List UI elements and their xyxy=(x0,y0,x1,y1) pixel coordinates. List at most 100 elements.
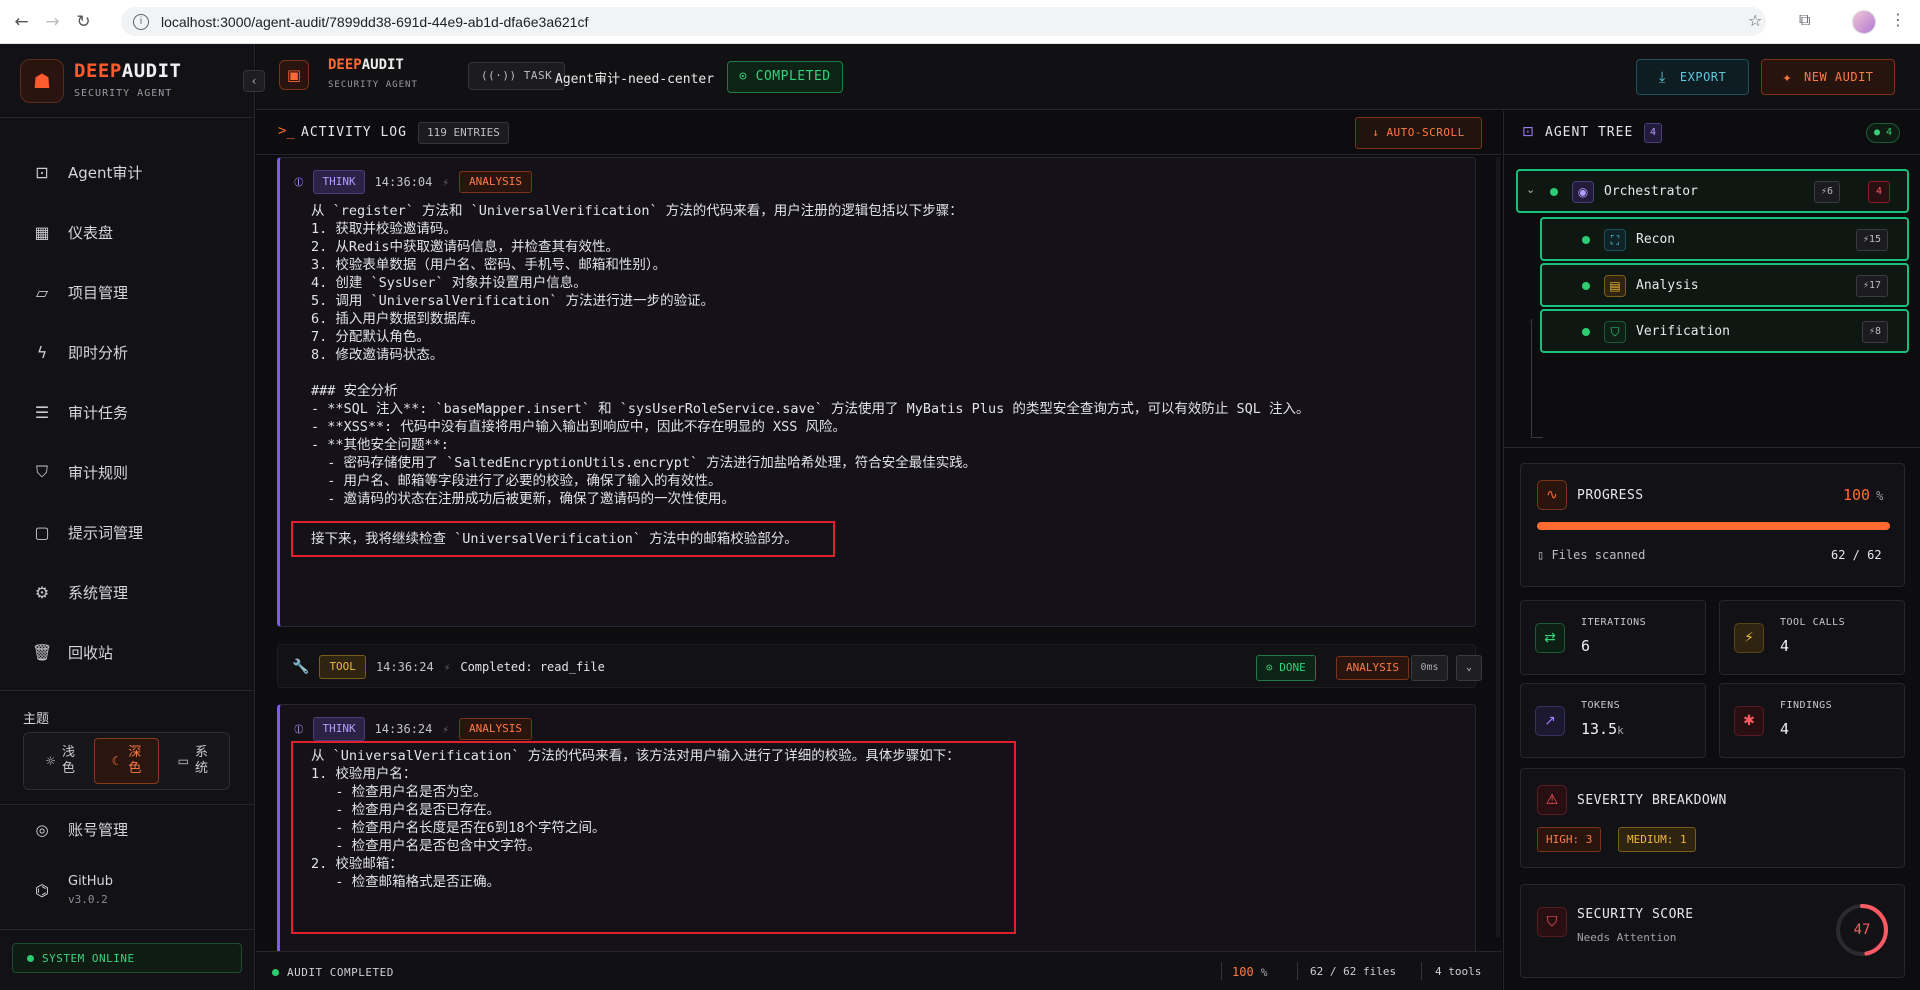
tool-entry[interactable]: 🔧 TOOL 14:36:24 ⚡ Completed: read_file ⊙… xyxy=(277,644,1482,688)
right-panel: ⊡ AGENT TREE 4 ● 4 ⌄ ◉ Orchestrator ⚡6 4… xyxy=(1503,111,1920,990)
brain-icon: ⦶ xyxy=(294,721,304,737)
content-line: - 密码存储使用了 `SaltedEncryptionUtils.encrypt… xyxy=(311,455,977,471)
sidebar-item-4[interactable]: ☰ 审计任务 xyxy=(0,382,255,442)
stat-tokens: ↗ TOKENS 13.5k xyxy=(1520,683,1706,758)
score-subtitle: Needs Attention xyxy=(1577,931,1677,944)
cpu-icon: ▣ xyxy=(279,60,309,90)
think-content: 从 `register` 方法和 `UniversalVerification`… xyxy=(311,202,1309,508)
bolt-icon: ⚡ xyxy=(443,660,451,674)
content-line: - 用户名、邮箱等字段进行了必要的校验，确保了输入的有效性。 xyxy=(311,473,722,489)
file-icon: ▯ xyxy=(1537,548,1552,562)
info-icon[interactable]: i xyxy=(133,13,149,30)
content-line: - 检查用户名是否包含中文字符。 xyxy=(311,838,541,854)
status-files: 62 / 62 files xyxy=(1310,965,1397,978)
status-percent: 100 % xyxy=(1232,965,1268,979)
back-icon[interactable]: ← xyxy=(6,12,37,32)
activity-scrollbar[interactable] xyxy=(1496,157,1500,937)
extensions-icon[interactable]: ⧉ xyxy=(1799,10,1810,30)
think-tag: THINK xyxy=(313,170,365,194)
chevron-down-icon[interactable]: ⌄ xyxy=(1456,655,1482,681)
agent-node-verification[interactable]: ⛉ Verification ⚡8 xyxy=(1540,309,1909,353)
wrench-icon: 🔧 xyxy=(292,659,310,675)
forward-icon[interactable]: → xyxy=(37,12,68,32)
account-link[interactable]: ◎ 账号管理 xyxy=(32,819,128,840)
refresh-icon: ⇄ xyxy=(1535,623,1565,653)
sidebar-item-2[interactable]: ▱ 项目管理 xyxy=(0,262,255,322)
sidebar-item-label: 提示词管理 xyxy=(68,523,144,542)
think-content: 从 `UniversalVerification` 方法的代码来看，该方法对用户… xyxy=(311,747,960,891)
address-bar[interactable]: i localhost:3000/agent-audit/7899dd38-69… xyxy=(121,7,1766,36)
content-line: 从 `UniversalVerification` 方法的代码来看，该方法对用户… xyxy=(311,748,960,764)
star-icon[interactable]: ☆ xyxy=(1748,11,1762,30)
bot-icon: ⊡ xyxy=(1522,124,1534,140)
theme-light-button[interactable]: ☼ 浅色 xyxy=(29,738,91,784)
radio-icon: ((·)) xyxy=(481,69,524,82)
collapse-sidebar-button[interactable]: ‹ xyxy=(243,70,265,92)
shield-icon: ⛉ xyxy=(35,462,48,481)
sun-icon: ☼ xyxy=(45,754,57,768)
timestamp: 14:36:04 xyxy=(374,175,433,189)
sidebar-item-label: 审计规则 xyxy=(68,463,129,482)
avatar[interactable] xyxy=(1852,10,1876,34)
system-status: SYSTEM ONLINE xyxy=(12,943,242,973)
sidebar-item-label: 即时分析 xyxy=(68,343,129,362)
activity-header: >_ ACTIVITY LOG 119 ENTRIES ↓ AUTO-SCROL… xyxy=(256,111,1502,155)
stat-tool-calls: ⚡ TOOL CALLS 4 xyxy=(1719,600,1905,675)
url-text: localhost:3000/agent-audit/7899dd38-691d… xyxy=(161,13,589,30)
sidebar-item-5[interactable]: ⛉ 审计规则 xyxy=(0,442,255,502)
agent-node-recon[interactable]: ⛶ Recon ⚡15 xyxy=(1540,217,1909,261)
content-line: 5. 调用 `UniversalVerification` 方法进行进一步的验证… xyxy=(311,293,715,309)
new-audit-button[interactable]: ✦ NEW AUDIT xyxy=(1761,59,1895,95)
content-line: 6. 插入用户数据到数据库。 xyxy=(311,311,484,327)
content-line: 4. 创建 `SysUser` 对象并设置用户信息。 xyxy=(311,275,587,291)
theme-dark-button[interactable]: ☾ 深色 xyxy=(94,738,159,784)
task-tag: ((·)) TASK xyxy=(468,62,566,90)
alert-triangle-icon: ⚠ xyxy=(1537,785,1567,815)
tool-tag: TOOL xyxy=(319,655,366,679)
more-menu-icon[interactable]: ⋮ xyxy=(1890,10,1906,29)
content-line: - 检查用户名长度是否在6到18个字符之间。 xyxy=(311,820,606,836)
sidebar-item-8[interactable]: 🗑 回收站 xyxy=(0,622,255,682)
severity-medium-badge: MEDIUM: 1 xyxy=(1618,827,1696,852)
audit-status: AUDIT COMPLETED xyxy=(272,966,394,979)
content-line: 1. 获取并校验邀请码。 xyxy=(311,221,457,237)
content-line: 8. 修改邀请码状态。 xyxy=(311,347,444,363)
gear-icon: ⚙ xyxy=(34,582,50,602)
moon-icon: ☾ xyxy=(111,754,123,768)
shield-check-icon: ⛉ xyxy=(1604,321,1626,343)
progress-bar xyxy=(1537,522,1890,530)
folder-icon: ▱ xyxy=(35,282,49,302)
github-link[interactable]: ⌬ GitHub v3.0.2 xyxy=(32,874,113,906)
bot-icon: ⊡ xyxy=(35,162,49,182)
sidebar-item-6[interactable]: ▢ 提示词管理 xyxy=(0,502,255,562)
content-line: 2. 从Redis中获取邀请码信息，并检查其有效性。 xyxy=(311,239,620,255)
severity-high-badge: HIGH: 3 xyxy=(1537,827,1602,852)
task-name: Agent审计-need-center xyxy=(555,72,715,87)
severity-panel: ⚠ SEVERITY BREAKDOWN HIGH: 3 MEDIUM: 1 xyxy=(1520,768,1905,868)
sidebar-nav: ⊡ Agent审计 ▦ 仪表盘 ▱ 项目管理 ϟ 即时分析 ☰ 审计任务 ⛉ 审计规则 ▢ 提示词管理 ⚙ 系… xyxy=(0,142,255,682)
progress-panel: ∿ PROGRESS 100% ▯ Files scanned 62 / 62 xyxy=(1520,463,1905,587)
trash-icon: 🗑 xyxy=(32,642,53,662)
sidebar-item-7[interactable]: ⚙ 系统管理 xyxy=(0,562,255,622)
sidebar-item-3[interactable]: ϟ 即时分析 xyxy=(0,322,255,382)
sidebar-item-1[interactable]: ▦ 仪表盘 xyxy=(0,202,255,262)
done-badge: ⊙ DONE xyxy=(1256,655,1316,681)
sidebar-item-label: Agent审计 xyxy=(68,163,143,182)
theme-system-button[interactable]: ▭ 系统 xyxy=(162,738,224,784)
auto-scroll-button[interactable]: ↓ AUTO-SCROLL xyxy=(1355,117,1482,149)
agent-node-analysis[interactable]: ▤ Analysis ⚡17 xyxy=(1540,263,1909,307)
entries-badge: 119 ENTRIES xyxy=(418,122,509,144)
sidebar-item-0[interactable]: ⊡ Agent审计 xyxy=(0,142,255,202)
cpu-icon: ◉ xyxy=(1572,181,1594,203)
export-button[interactable]: ⤓ EXPORT xyxy=(1636,59,1749,95)
dashboard-icon: ▦ xyxy=(34,222,50,242)
chevron-down-icon[interactable]: ⌄ xyxy=(1526,183,1535,196)
bolt-icon: ⚡ xyxy=(442,722,449,736)
calls-badge: ⚡15 xyxy=(1856,229,1889,251)
security-score-panel: ⛉ SECURITY SCORE Needs Attention 47 xyxy=(1520,884,1905,978)
stat-findings: ✱ FINDINGS 4 xyxy=(1719,683,1905,758)
agent-node-orchestrator[interactable]: ⌄ ◉ Orchestrator ⚡6 4 xyxy=(1516,169,1909,213)
activity-title: ACTIVITY LOG xyxy=(301,125,407,140)
reload-icon[interactable]: ↻ xyxy=(68,12,99,32)
download-icon: ⤓ xyxy=(1658,68,1666,86)
